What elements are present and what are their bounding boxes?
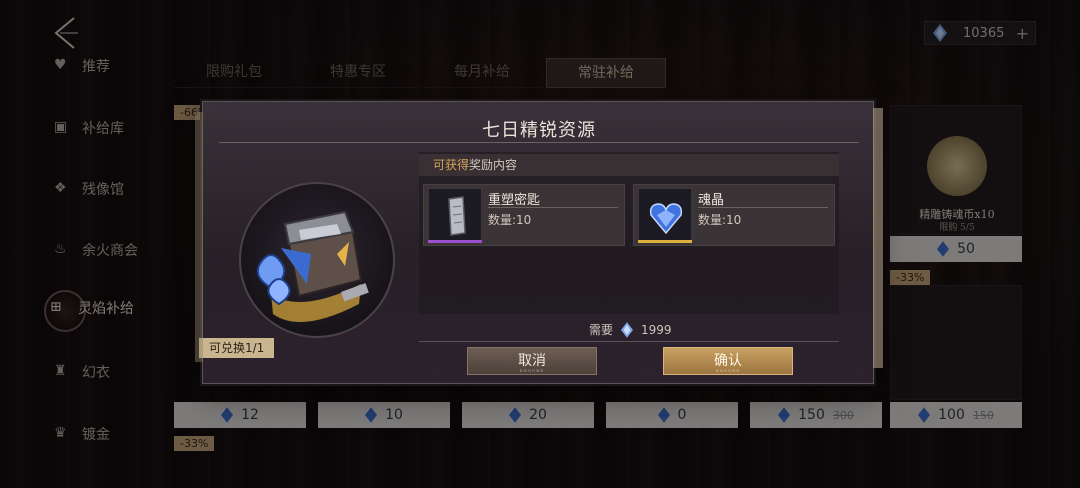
reward-header-text: 奖励内容: [469, 158, 518, 172]
reward-item[interactable]: 魂晶 数量:10: [633, 184, 835, 246]
divider: [488, 207, 618, 208]
confirm-label: 确认: [714, 353, 742, 369]
dialog-title: 七日精锐资源: [482, 120, 596, 141]
cancel-label: 取消: [518, 353, 546, 369]
treasure-box-icon: [256, 210, 369, 322]
item-thumbnail: [638, 188, 692, 242]
item-quantity: 数量:10: [698, 213, 742, 227]
reward-item[interactable]: 重塑密匙 数量:10: [423, 184, 625, 246]
divider: [419, 341, 839, 342]
item-name: 魂晶: [698, 193, 725, 208]
cost-row: 需要 1999: [589, 321, 672, 338]
rarity-bar: [638, 240, 692, 243]
reward-header: 可获得奖励内容: [419, 154, 839, 176]
button-subtext: ENSURE: [715, 368, 741, 373]
item-name: 重塑密匙: [488, 193, 541, 208]
redeem-count-tag: 可兑换1/1: [199, 338, 275, 358]
rarity-bar: [428, 240, 482, 243]
item-thumbnail: [428, 188, 482, 242]
reward-header-highlight: 可获得: [433, 158, 470, 172]
confirm-button[interactable]: 确认 ENSURE: [663, 347, 793, 375]
bundle-image: [239, 182, 395, 338]
cost-value: 1999: [641, 322, 672, 337]
divider: [219, 142, 859, 143]
divider: [698, 207, 828, 208]
item-quantity: 数量:10: [488, 213, 532, 227]
cancel-button[interactable]: 取消 ENSURE: [467, 347, 597, 375]
button-subtext: ENSURE: [519, 368, 545, 373]
gem-icon: [621, 321, 634, 338]
key-icon: [448, 196, 466, 236]
soul-crystal-icon: [649, 203, 683, 235]
redeem-dialog: 七日精锐资源 可兑换1/1 可获得奖励内容 重塑密匙 数量:10 魂晶 数量:1…: [195, 101, 883, 384]
cost-label: 需要: [589, 323, 614, 337]
